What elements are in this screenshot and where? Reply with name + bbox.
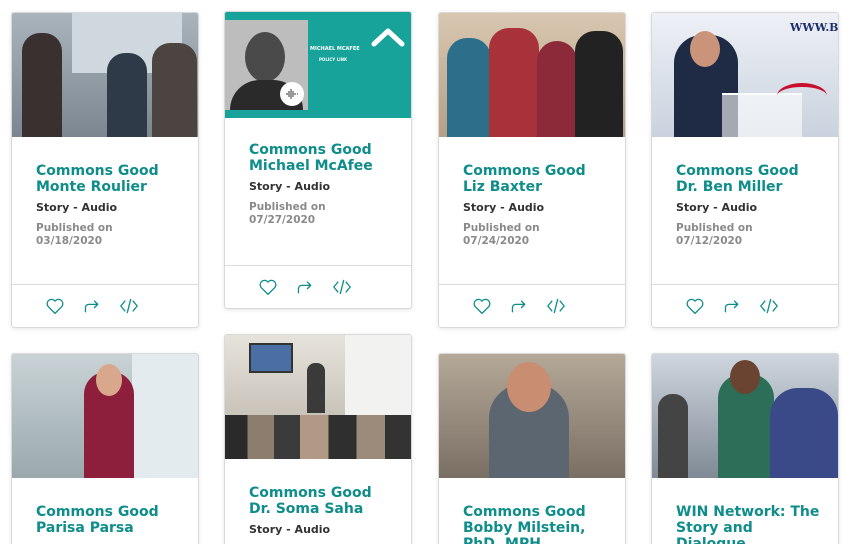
photo-person (447, 38, 491, 137)
card-thumbnail[interactable] (12, 13, 198, 137)
card-title[interactable]: Commons Good Bobby Milstein, PhD, MPH (463, 504, 617, 544)
photo-person (22, 33, 62, 137)
card-actions (12, 284, 198, 327)
card-type: Story - Audio (36, 201, 118, 214)
photo-screen (249, 343, 293, 373)
embed-code-icon[interactable] (330, 275, 354, 299)
share-icon[interactable] (80, 294, 104, 318)
heart-icon[interactable] (683, 294, 707, 318)
embed-code-icon[interactable] (544, 294, 568, 318)
chevron-up-icon[interactable] (371, 27, 405, 51)
photo-face (96, 364, 122, 396)
card-thumbnail[interactable]: WWW.BI (652, 13, 839, 137)
card-type: Story - Audio (249, 180, 331, 193)
photo-speaker (307, 363, 325, 413)
photo-face (730, 360, 760, 394)
card-title[interactable]: WIN Network: The Story and Dialogue (676, 504, 830, 544)
card-type: Story - Audio (676, 201, 758, 214)
card-title[interactable]: Commons Good Dr. Soma Saha (249, 485, 403, 517)
card-type: Story - Audio (249, 523, 331, 536)
card-thumbnail[interactable] (439, 354, 625, 478)
thumbnail-org: POLICY LINK (319, 57, 348, 62)
share-icon[interactable] (507, 294, 531, 318)
heart-icon[interactable] (43, 294, 67, 318)
photo-person (152, 43, 197, 137)
card-title[interactable]: Commons Good Liz Baxter (463, 163, 617, 195)
embed-code-icon[interactable] (757, 294, 781, 318)
published-date: Published on 07/24/2020 (463, 222, 540, 247)
card-type: Story - Audio (463, 201, 545, 214)
card-actions (652, 284, 838, 327)
thumbnail-name: MICHAEL MCAFEE (310, 46, 360, 52)
card-thumbnail[interactable] (12, 354, 198, 478)
card-thumbnail[interactable]: MICHAEL MCAFEE POLICY LINK (225, 12, 411, 118)
story-card[interactable]: WIN Network: The Story and Dialogue (651, 353, 839, 544)
photo-person (107, 53, 147, 137)
photo-person (575, 31, 623, 137)
embed-code-icon[interactable] (117, 294, 141, 318)
card-actions (439, 284, 625, 327)
photo-person (537, 41, 577, 137)
story-card[interactable]: Commons Good Monte Roulier Story - Audio… (11, 12, 199, 328)
photo-person (770, 388, 838, 478)
logo-arc (777, 83, 827, 109)
share-icon[interactable] (720, 294, 744, 318)
story-card[interactable]: Commons Good Liz Baxter Story - Audio Pu… (438, 12, 626, 328)
published-date: Published on 07/27/2020 (249, 201, 326, 226)
story-card[interactable]: Commons Good Dr. Soma Saha Story - Audio (224, 334, 412, 544)
published-date: Published on 03/18/2020 (36, 222, 113, 247)
audio-logo-icon (280, 82, 304, 106)
heart-icon[interactable] (256, 275, 280, 299)
photo-person (489, 28, 539, 137)
photo-person (658, 394, 688, 478)
photo-audience (225, 415, 411, 459)
photo-face (690, 31, 720, 67)
card-thumbnail[interactable] (652, 354, 838, 478)
photo-face (507, 362, 551, 412)
share-icon[interactable] (293, 275, 317, 299)
card-title[interactable]: Commons Good Michael McAfee (249, 142, 403, 174)
card-thumbnail[interactable] (439, 13, 625, 137)
card-title[interactable]: Commons Good Parisa Parsa (36, 504, 190, 536)
story-card[interactable]: Commons Good Bobby Milstein, PhD, MPH (438, 353, 626, 544)
story-card[interactable]: Commons Good Parisa Parsa (11, 353, 199, 544)
card-title[interactable]: Commons Good Dr. Ben Miller (676, 163, 830, 195)
story-card[interactable]: WWW.BI Commons Good Dr. Ben Miller Story… (651, 12, 839, 328)
published-date: Published on 07/12/2020 (676, 222, 753, 247)
photo-window (132, 354, 198, 478)
card-thumbnail[interactable] (225, 335, 411, 459)
card-title[interactable]: Commons Good Monte Roulier (36, 163, 190, 195)
card-actions (225, 265, 411, 308)
story-card[interactable]: MICHAEL MCAFEE POLICY LINK Commons Good … (224, 11, 412, 309)
heart-icon[interactable] (470, 294, 494, 318)
thumbnail-text: WWW.BI (790, 21, 839, 34)
